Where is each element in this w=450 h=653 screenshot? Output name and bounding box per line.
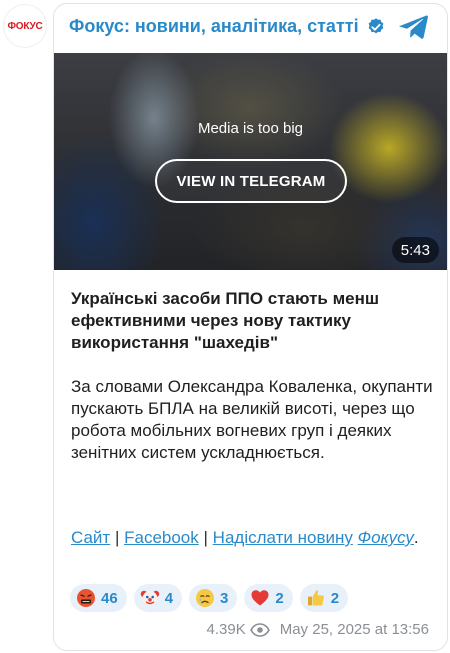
reaction-crying[interactable]: 3 <box>189 584 238 612</box>
send-news-link[interactable]: Надіслати новину <box>213 528 353 547</box>
angry-cursing-face-icon <box>77 589 95 607</box>
avatar-logo-text: ФОКУС <box>7 20 43 32</box>
telegram-icon[interactable] <box>399 14 429 40</box>
brand-link[interactable]: Фокусу <box>358 528 414 547</box>
site-link[interactable]: Сайт <box>71 528 110 547</box>
clown-face-icon <box>140 590 159 606</box>
reaction-thumbs-up[interactable]: 2 <box>299 584 349 612</box>
reactions-bar: 46 4 3 2 2 <box>70 584 349 612</box>
reaction-count: 2 <box>275 589 284 607</box>
reaction-count: 46 <box>101 589 118 607</box>
reaction-clown[interactable]: 4 <box>133 584 183 612</box>
link-separator: | <box>203 528 208 547</box>
post-body: За словами Олександра Коваленка, окупант… <box>71 377 433 462</box>
post-links: Сайт | Facebook | Надіслати новину Фокус… <box>71 527 436 549</box>
media-too-big-notice: Media is too big <box>197 120 304 137</box>
reaction-count: 3 <box>220 589 229 607</box>
reaction-heart[interactable]: 2 <box>244 584 293 612</box>
crying-face-icon <box>196 589 215 607</box>
reaction-count: 4 <box>164 589 174 607</box>
period: . <box>413 528 419 547</box>
red-heart-icon <box>251 590 269 606</box>
reaction-angry[interactable]: 46 <box>70 584 127 612</box>
post-headline: Українські засоби ППО стають менш ефекти… <box>71 289 380 352</box>
post-meta: 4.39K May 25, 2025 at 13:56 <box>207 621 429 638</box>
view-in-telegram-button[interactable]: VIEW IN TELEGRAM <box>155 159 347 203</box>
view-count: 4.39K <box>206 621 246 638</box>
video-duration-badge: 5:43 <box>391 237 439 263</box>
reaction-count: 2 <box>330 589 340 607</box>
verified-icon <box>368 17 383 33</box>
eye-icon <box>249 622 270 637</box>
channel-name[interactable]: Фокус: новини, аналітика, статті <box>69 16 359 37</box>
thumbs-up-icon <box>307 590 324 606</box>
post-header: Фокус: новини, аналітика, статті <box>54 4 447 49</box>
post-card: Фокус: новини, аналітика, статті Media i… <box>53 3 448 651</box>
link-separator: | <box>114 528 120 547</box>
video-preview[interactable]: Media is too big VIEW IN TELEGRAM 5:43 <box>54 53 447 270</box>
post-text: Українські засоби ППО стають менш ефекти… <box>71 288 436 464</box>
channel-avatar[interactable]: ФОКУС <box>3 4 47 48</box>
post-date: May 25, 2025 at 13:56 <box>279 621 429 638</box>
facebook-link[interactable]: Facebook <box>124 528 199 547</box>
